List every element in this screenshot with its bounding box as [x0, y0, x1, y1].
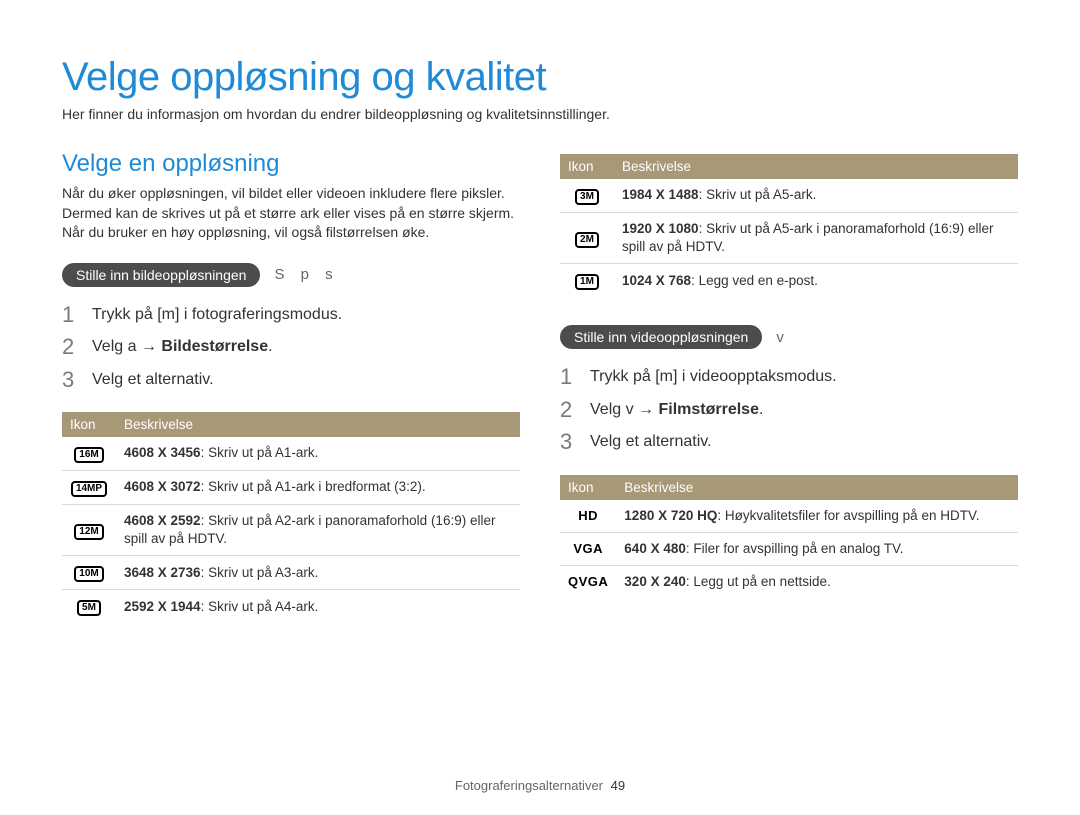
icon-cell: 10M [62, 556, 116, 590]
icon-cell: 12M [62, 504, 116, 555]
pill-image-resolution: Stille inn bildeoppløsningen [62, 263, 260, 287]
description-cell: 4608 X 3456: Skriv ut på A1-ark. [116, 437, 520, 471]
description-cell: 1984 X 1488: Skriv ut på A5-ark. [614, 179, 1018, 213]
th-description: Beskrivelse [116, 412, 520, 437]
mode-letters: v [776, 329, 790, 346]
description-cell: 1920 X 1080: Skriv ut på A5-ark i panora… [614, 213, 1018, 264]
description-cell: 640 X 480: Filer for avspilling på en an… [616, 532, 1018, 565]
step-text: Trykk på [ [92, 306, 162, 323]
th-description: Beskrivelse [614, 154, 1018, 179]
resolution-icon: 2M [575, 232, 599, 248]
icon-cell: QVGA [560, 566, 616, 599]
step-text: Velg et alternativ. [92, 369, 214, 391]
step-text: ] i fotograferingsmodus. [175, 306, 342, 323]
resolution-icon: VGA [573, 540, 603, 558]
resolution-icon: QVGA [568, 573, 608, 591]
video-resolution-table: Ikon Beskrivelse HD 1280 X 720 HQ: Høykva… [560, 475, 1018, 599]
step-arrow: → [634, 401, 659, 418]
step-arrow: → [137, 338, 162, 355]
step-number: 1 [560, 366, 576, 388]
table-row: 12M 4608 X 2592: Skriv ut på A2-ark i pan… [62, 504, 520, 555]
page-number: 49 [611, 778, 625, 793]
section-heading: Velge en oppløsning [62, 150, 520, 178]
th-description: Beskrivelse [616, 475, 1018, 500]
icon-cell: 3M [560, 179, 614, 213]
step-text: Trykk på [ [590, 368, 660, 385]
step-item: 1 Trykk på [m] i videoopptaksmodus. [560, 361, 1018, 393]
pill-video-resolution: Stille inn videooppløsningen [560, 325, 762, 349]
icon-cell: 2M [560, 213, 614, 264]
icon-cell: HD [560, 500, 616, 533]
description-cell: 320 X 240: Legg ut på en nettside. [616, 566, 1018, 599]
steps-list: 1 Trykk på [m] i videoopptaksmodus. 2 Ve… [560, 361, 1018, 458]
resolution-icon: HD [578, 507, 598, 525]
page-footer: Fotograferingsalternativer 49 [0, 778, 1080, 793]
table-row: 16M 4608 X 3456: Skriv ut på A1-ark. [62, 437, 520, 471]
table-row: VGA 640 X 480: Filer for avspilling på en… [560, 532, 1018, 565]
icon-cell: VGA [560, 532, 616, 565]
step-text: Velg et alternativ. [590, 431, 712, 453]
description-cell: 4608 X 3072: Skriv ut på A1-ark i bredfo… [116, 470, 520, 504]
icon-cell: 14MP [62, 470, 116, 504]
table-row: QVGA 320 X 240: Legg ut på en nettside. [560, 566, 1018, 599]
step-item: 3 Velg et alternativ. [560, 426, 1018, 458]
resolution-icon: 12M [74, 524, 103, 540]
resolution-icon: 1M [575, 274, 599, 290]
page-subtitle: Her finner du informasjon om hvordan du … [62, 106, 1018, 122]
step-text: Velg [590, 401, 626, 418]
table-row: 3M 1984 X 1488: Skriv ut på A5-ark. [560, 179, 1018, 213]
step-symbol: m [660, 368, 673, 385]
step-item: 3 Velg et alternativ. [62, 364, 520, 396]
mode-letters: S p s [274, 266, 338, 283]
step-number: 2 [62, 336, 78, 358]
th-icon: Ikon [560, 475, 616, 500]
description-cell: 3648 X 2736: Skriv ut på A3-ark. [116, 556, 520, 590]
icon-cell: 16M [62, 437, 116, 471]
step-symbol: m [162, 306, 175, 323]
description-cell: 2592 X 1944: Skriv ut på A4-ark. [116, 590, 520, 624]
th-icon: Ikon [560, 154, 614, 179]
resolution-icon: 5M [77, 600, 101, 616]
table-row: HD 1280 X 720 HQ: Høykvalitetsfiler for a… [560, 500, 1018, 533]
step-text: . [268, 338, 272, 355]
image-resolution-table-cont: Ikon Beskrivelse 3M 1984 X 1488: Skriv ut… [560, 154, 1018, 297]
icon-cell: 1M [560, 264, 614, 298]
table-row: 1M 1024 X 768: Legg ved en e-post. [560, 264, 1018, 298]
description-cell: 1024 X 768: Legg ved en e-post. [614, 264, 1018, 298]
table-row: 14MP 4608 X 3072: Skriv ut på A1-ark i br… [62, 470, 520, 504]
step-number: 3 [62, 369, 78, 391]
th-icon: Ikon [62, 412, 116, 437]
resolution-icon: 14MP [71, 481, 107, 497]
step-text: Velg [92, 338, 128, 355]
resolution-icon: 10M [74, 566, 103, 582]
step-symbol: a [128, 338, 137, 355]
table-row: 2M 1920 X 1080: Skriv ut på A5-ark i pano… [560, 213, 1018, 264]
description-cell: 4608 X 2592: Skriv ut på A2-ark i panora… [116, 504, 520, 555]
step-bold: Filmstørrelse [658, 401, 758, 418]
steps-list: 1 Trykk på [m] i fotograferingsmodus. 2 … [62, 299, 520, 396]
footer-text: Fotograferingsalternativer [455, 778, 603, 793]
step-symbol: v [626, 401, 634, 418]
step-text: . [759, 401, 763, 418]
step-number: 1 [62, 304, 78, 326]
intro-paragraph: Når du øker oppløsningen, vil bildet ell… [62, 184, 520, 243]
image-resolution-table: Ikon Beskrivelse 16M 4608 X 3456: Skriv u… [62, 412, 520, 623]
step-item: 2 Velg v → Filmstørrelse. [560, 394, 1018, 426]
icon-cell: 5M [62, 590, 116, 624]
step-number: 2 [560, 399, 576, 421]
table-row: 10M 3648 X 2736: Skriv ut på A3-ark. [62, 556, 520, 590]
step-item: 2 Velg a → Bildestørrelse. [62, 331, 520, 363]
resolution-icon: 3M [575, 189, 599, 205]
step-item: 1 Trykk på [m] i fotograferingsmodus. [62, 299, 520, 331]
page-title: Velge oppløsning og kvalitet [62, 55, 1018, 100]
step-text: ] i videoopptaksmodus. [673, 368, 837, 385]
description-cell: 1280 X 720 HQ: Høykvalitetsfiler for avs… [616, 500, 1018, 533]
table-row: 5M 2592 X 1944: Skriv ut på A4-ark. [62, 590, 520, 624]
step-number: 3 [560, 431, 576, 453]
step-bold: Bildestørrelse [161, 338, 268, 355]
resolution-icon: 16M [74, 447, 103, 463]
